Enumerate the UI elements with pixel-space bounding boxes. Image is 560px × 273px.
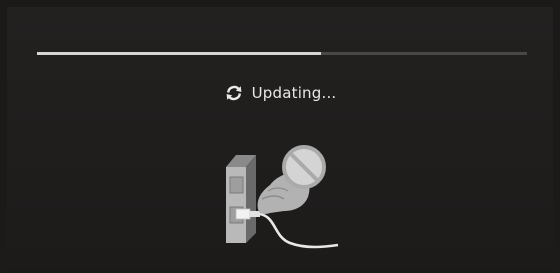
update-progress-fill <box>37 52 322 55</box>
update-progress-bar <box>37 52 527 55</box>
update-status: Updating... <box>7 83 553 103</box>
refresh-icon <box>224 83 244 103</box>
status-text: Updating... <box>251 84 337 102</box>
do-not-unplug-icon <box>226 145 339 249</box>
update-screen: Updating... <box>7 7 553 269</box>
